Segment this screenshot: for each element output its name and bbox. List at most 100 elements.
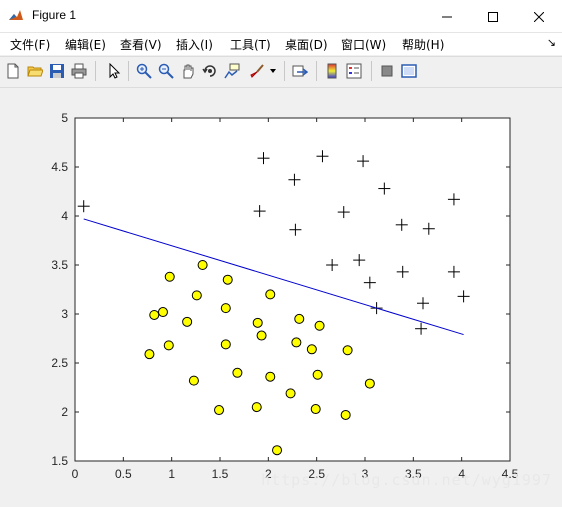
- hide-plot-tools-icon: [379, 63, 395, 79]
- y-tick-label: 2: [61, 405, 68, 419]
- x-tick-label: 1.5: [212, 467, 229, 481]
- hide-plot-tools-button[interactable]: [377, 61, 397, 81]
- toolbar-separator: [284, 61, 285, 81]
- maximize-icon: [488, 7, 498, 26]
- circle-marker: [251, 402, 262, 413]
- insert-legend-button[interactable]: [344, 61, 364, 81]
- menu-desktop[interactable]: 桌面(D): [285, 36, 328, 53]
- open-file-icon: [27, 63, 43, 79]
- toolbar: [0, 56, 562, 88]
- minimize-button[interactable]: [424, 0, 470, 32]
- open-file-button[interactable]: [25, 61, 45, 81]
- circle-marker: [291, 337, 302, 348]
- toolbar-separator: [95, 61, 96, 81]
- x-tick-label: 1: [168, 467, 175, 481]
- circle-marker: [272, 445, 283, 456]
- circle-marker: [197, 260, 208, 270]
- menu-tools[interactable]: 工具(T): [230, 36, 271, 53]
- brush-dropdown[interactable]: [268, 61, 278, 81]
- menu-file[interactable]: 文件(F): [10, 36, 50, 53]
- link-plot-icon: [292, 63, 308, 79]
- chevron-down-icon: [270, 69, 276, 73]
- y-tick-label: 3.5: [51, 258, 68, 272]
- menu-window[interactable]: 窗口(W): [341, 36, 386, 53]
- insert-colorbar-button[interactable]: [322, 61, 342, 81]
- circle-marker: [222, 274, 233, 285]
- save-icon: [49, 63, 65, 79]
- circle-marker: [220, 339, 231, 350]
- y-tick-label: 1.5: [51, 454, 68, 468]
- insert-legend-icon: [346, 63, 362, 79]
- link-plot-button[interactable]: [290, 61, 310, 81]
- zoom-out-icon: [158, 63, 174, 79]
- menu-bar: 文件(F) 编辑(E) 查看(V) 插入(I) 工具(T) 桌面(D) 窗口(W…: [0, 33, 562, 55]
- close-button[interactable]: [516, 0, 562, 32]
- new-figure-button[interactable]: [3, 61, 23, 81]
- circle-marker: [164, 271, 175, 282]
- maximize-button[interactable]: [470, 0, 516, 32]
- rotate-3d-button[interactable]: [200, 61, 220, 81]
- circle-marker: [220, 303, 231, 314]
- save-button[interactable]: [47, 61, 67, 81]
- data-cursor-button[interactable]: [222, 61, 242, 81]
- rotate-3d-icon: [202, 63, 218, 79]
- toolbar-separator: [128, 61, 129, 81]
- edit-plot-icon: [106, 63, 122, 79]
- pan-button[interactable]: [178, 61, 198, 81]
- show-plot-tools-button[interactable]: [399, 61, 419, 81]
- scatter-plot[interactable]: 0 0.5 1 1.5 2 2.5 3 3.5 4 4.51.522.533.544.55: [0, 87, 562, 503]
- circle-marker: [294, 313, 305, 324]
- insert-colorbar-icon: [324, 63, 340, 79]
- show-plot-tools-icon: [401, 63, 417, 79]
- x-tick-label: 0.5: [115, 467, 132, 481]
- print-icon: [71, 63, 87, 79]
- circle-marker: [144, 349, 155, 360]
- circle-marker: [314, 320, 325, 331]
- toolbar-separator: [316, 61, 317, 81]
- edit-plot-button[interactable]: [104, 61, 124, 81]
- circle-marker: [310, 404, 321, 415]
- pan-icon: [180, 63, 196, 79]
- zoom-out-button[interactable]: [156, 61, 176, 81]
- x-tick-label: 0: [72, 467, 79, 481]
- menu-view[interactable]: 查看(V): [120, 36, 162, 53]
- new-figure-icon: [5, 63, 21, 79]
- print-button[interactable]: [69, 61, 89, 81]
- matlab-icon: [8, 8, 24, 24]
- data-cursor-icon: [224, 63, 240, 79]
- y-tick-label: 3: [61, 307, 68, 321]
- circle-marker: [312, 369, 323, 380]
- circle-marker: [188, 375, 199, 386]
- title-bar: Figure 1: [0, 0, 562, 33]
- brush-icon: [249, 63, 265, 79]
- toolbar-separator: [371, 61, 372, 81]
- circle-marker: [252, 317, 263, 328]
- circle-marker: [149, 309, 160, 320]
- minimize-icon: [442, 7, 452, 26]
- close-icon: [533, 7, 545, 26]
- circle-marker: [285, 388, 296, 399]
- y-tick-label: 4.5: [51, 160, 68, 174]
- zoom-in-icon: [136, 63, 152, 79]
- circle-marker: [256, 330, 267, 341]
- zoom-in-button[interactable]: [134, 61, 154, 81]
- axes-box: [74, 117, 511, 462]
- circle-marker: [157, 307, 168, 318]
- circle-marker: [364, 378, 375, 389]
- circle-marker: [340, 409, 351, 420]
- y-tick-label: 5: [61, 111, 68, 125]
- brush-button[interactable]: [247, 61, 267, 81]
- circle-marker: [182, 316, 193, 327]
- watermark: https://blog.csdn.net/wyg1997: [261, 471, 552, 489]
- y-tick-label: 4: [61, 209, 68, 223]
- menu-overflow-icon[interactable]: ↘: [547, 36, 556, 49]
- circle-marker: [306, 344, 317, 355]
- circle-marker: [163, 340, 174, 351]
- menu-help[interactable]: 帮助(H): [402, 36, 444, 53]
- menu-edit[interactable]: 编辑(E): [65, 36, 106, 53]
- circle-marker: [191, 290, 202, 301]
- circle-marker: [214, 405, 225, 416]
- figure-canvas: 0 0.5 1 1.5 2 2.5 3 3.5 4 4.5 1.5 2 2.5 3 3.5 4 4.5 5: [0, 87, 562, 503]
- circle-marker: [342, 345, 353, 356]
- menu-insert[interactable]: 插入(I): [176, 36, 213, 53]
